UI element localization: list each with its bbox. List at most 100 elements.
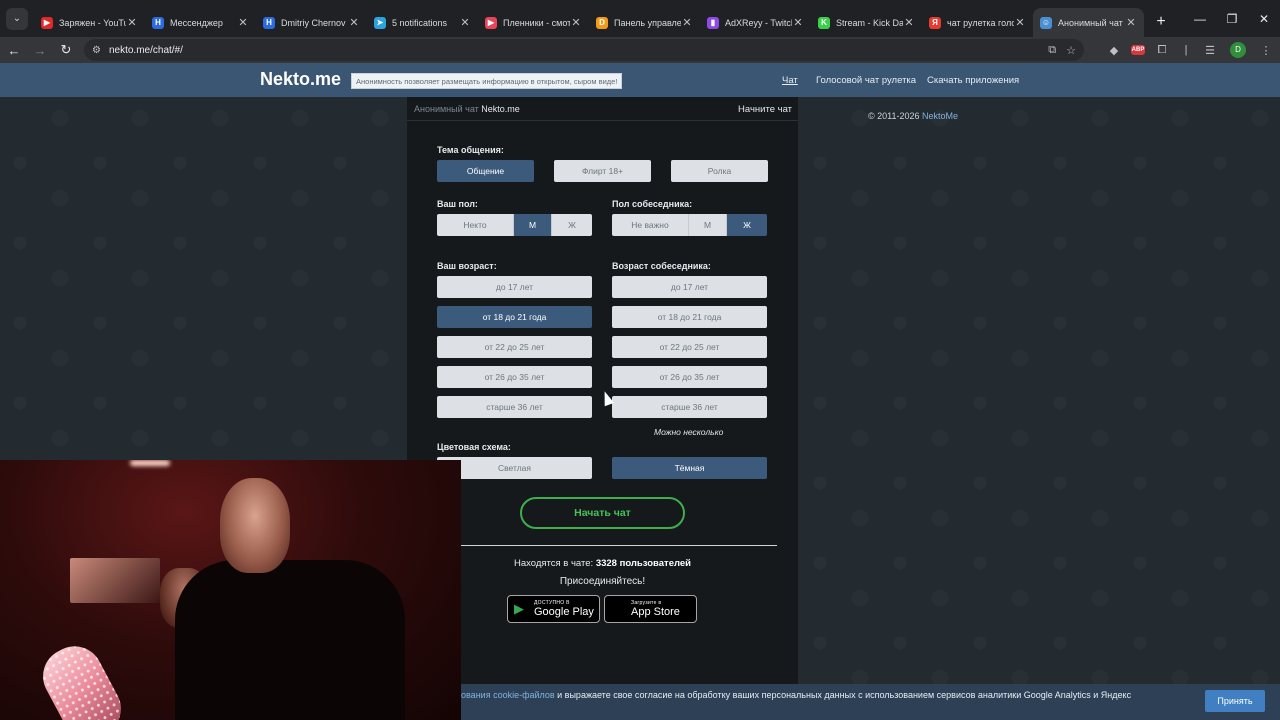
adblock-icon[interactable]: ABP [1131, 45, 1145, 55]
panel-header: Анонимный чат Nekto.me Начните чат [407, 97, 798, 121]
cookie-accept-button[interactable]: Принять [1205, 690, 1265, 712]
start-chat-button[interactable]: Начать чат [520, 497, 685, 529]
browser-tab[interactable]: H Мессенджер ✕ [145, 8, 256, 37]
reading-list-icon[interactable]: ☰ [1198, 44, 1222, 57]
partner-gender-selector: Не важно М Ж [612, 214, 767, 236]
tab-title: Анонимный чат Nekto.me [1058, 17, 1125, 28]
tab-title: Dmitriy Chernov [281, 17, 346, 28]
my-gender-male[interactable]: М [514, 214, 552, 236]
tab-close-icon[interactable]: ✕ [459, 16, 471, 29]
nav-voice-chat-link[interactable]: Голосовой чат рулетка [816, 75, 916, 86]
tab-close-icon[interactable]: ✕ [348, 16, 360, 29]
back-button[interactable]: ← [2, 43, 26, 58]
tab-title: Панель управления [614, 17, 681, 28]
breadcrumb-prefix: Анонимный чат [414, 104, 479, 114]
bookmark-star-icon[interactable]: ☆ [1066, 44, 1076, 57]
topic-option-roleplay[interactable]: Ролка [671, 160, 768, 182]
partner-age-18-21[interactable]: от 18 до 21 года [612, 306, 767, 328]
join-text: Присоединяйтесь! [559, 576, 646, 587]
browser-tab[interactable]: ▶ Пленники - смотреть✕ [478, 8, 589, 37]
partner-age-under-17[interactable]: до 17 лет [612, 276, 767, 298]
my-age-under-17[interactable]: до 17 лет [437, 276, 592, 298]
divider [461, 545, 777, 546]
topic-option-general[interactable]: Общение [437, 160, 534, 182]
partner-age-26-35[interactable]: от 26 до 35 лет [612, 366, 767, 388]
tab-close-icon[interactable]: ✕ [126, 16, 138, 29]
start-chat-link[interactable]: Начните чат [738, 104, 792, 115]
google-play-badge[interactable]: ▶ ДОСТУПНО В Google Play [507, 595, 600, 623]
my-age-26-35[interactable]: от 26 до 35 лет [437, 366, 592, 388]
browser-menu-icon[interactable]: ⋮ [1254, 44, 1278, 57]
browser-tab[interactable]: ☺ Анонимный чат Nekto.me✕ [1033, 8, 1144, 37]
tab-close-icon[interactable]: ✕ [792, 16, 804, 29]
partner-age-over-36[interactable]: старше 36 лет [612, 396, 767, 418]
tab-title: Stream - Kick Dashboard [836, 17, 903, 28]
extensions-bar: ◆ ABP ⧠ | ☰ D ⋮ [1102, 42, 1278, 58]
my-age-18-21[interactable]: от 18 до 21 года [437, 306, 592, 328]
cookie-text: ования cookie-файлов и выражаете свое со… [461, 690, 1131, 700]
browser-tab[interactable]: ▮ AdXReyy - Twitch ✕ [700, 8, 811, 37]
my-gender-any[interactable]: Некто [437, 214, 514, 236]
reload-button[interactable]: ↻ [54, 42, 78, 58]
copyright-link[interactable]: NektoMe [922, 111, 958, 121]
multi-select-hint: Можно несколько [654, 427, 724, 437]
partner-gender-label: Пол собеседника: [612, 199, 693, 209]
google-play-name: Google Play [534, 606, 594, 618]
tab-title: Заряжен - YouTube [59, 17, 126, 28]
app-store-badge[interactable]: Загрузите в App Store [604, 595, 697, 623]
webcam-overlay [0, 460, 461, 720]
profile-avatar[interactable]: D [1230, 42, 1246, 58]
tab-close-icon[interactable]: ✕ [1014, 16, 1026, 29]
partner-gender-any[interactable]: Не важно [612, 214, 689, 236]
tab-close-icon[interactable]: ✕ [237, 16, 249, 29]
tabs-container: ▶Заряжен - YouTube✕HМессенджер✕HDmitriy … [34, 0, 1144, 37]
browser-tab[interactable]: Ячат рулетка голосовой✕ [922, 8, 1033, 37]
extension-icon[interactable]: ◆ [1102, 44, 1126, 57]
maximize-button[interactable]: ❐ [1216, 12, 1248, 26]
my-age-over-36[interactable]: старше 36 лет [437, 396, 592, 418]
tab-close-icon[interactable]: ✕ [681, 16, 693, 29]
extensions-puzzle-icon[interactable]: ⧠ [1150, 44, 1174, 57]
theme-dark-button[interactable]: Тёмная [612, 457, 767, 479]
install-app-icon[interactable]: ⧉ [1048, 44, 1056, 57]
tab-title: AdXReyy - Twitch [725, 17, 792, 28]
close-window-button[interactable]: ✕ [1248, 12, 1280, 26]
cookie-policy-link[interactable]: ования cookie-файлов [461, 690, 555, 700]
tab-close-icon[interactable]: ✕ [903, 16, 915, 29]
browser-tab[interactable]: K Stream - Kick Dashboard✕ [811, 8, 922, 37]
site-logo[interactable]: Nekto.me [260, 69, 341, 90]
donationalerts-icon: D [596, 16, 608, 29]
tab-close-icon[interactable]: ✕ [570, 16, 582, 29]
new-tab-button[interactable]: + [1150, 11, 1172, 33]
breadcrumb: Анонимный чат Nekto.me [414, 104, 520, 114]
partner-gender-male[interactable]: М [689, 214, 727, 236]
nav-chat-link[interactable]: Чат [782, 75, 798, 86]
my-gender-female[interactable]: Ж [552, 214, 592, 236]
twitch-icon: ▮ [707, 16, 719, 29]
streamer-body [175, 560, 405, 720]
chat-settings-panel: Анонимный чат Nekto.me Начните чат Тема … [407, 97, 798, 720]
my-age-22-25[interactable]: от 22 до 25 лет [437, 336, 592, 358]
nav-download-apps-link[interactable]: Скачать приложения [927, 75, 1019, 86]
site-info-icon[interactable]: ⚙ [92, 45, 101, 56]
topic-option-flirt[interactable]: Флирт 18+ [554, 160, 651, 182]
browser-tab[interactable]: D Панель управления✕ [589, 8, 700, 37]
tab-close-icon[interactable]: ✕ [1125, 16, 1137, 29]
partner-gender-female[interactable]: Ж [727, 214, 767, 236]
copyright: © 2011-2026 NektoMe [868, 111, 958, 121]
tab-strip: ⌄ ▶Заряжен - YouTube✕HМессенджер✕HDmitri… [0, 0, 1280, 37]
browser-tab[interactable]: ➤ 5 notifications ✕ [367, 8, 478, 37]
url-text[interactable]: nekto.me/chat/#/ [109, 45, 183, 56]
streamer-head [220, 478, 290, 573]
google-play-icon: ▶ [514, 601, 524, 616]
minimize-button[interactable]: — [1184, 12, 1216, 26]
address-bar[interactable]: ⚙ nekto.me/chat/#/ ⧉ ☆ [84, 39, 1084, 61]
topic-label: Тема общения: [437, 145, 504, 155]
browser-tab[interactable]: ▶ Заряжен - YouTube✕ [34, 8, 145, 37]
partner-age-label: Возраст собеседника: [612, 261, 711, 271]
browser-tab[interactable]: H Dmitriy Chernov ✕ [256, 8, 367, 37]
messenger-icon: H [152, 16, 164, 29]
partner-age-22-25[interactable]: от 22 до 25 лет [612, 336, 767, 358]
forward-button[interactable]: → [28, 43, 52, 58]
tab-search-button[interactable]: ⌄ [6, 7, 28, 30]
